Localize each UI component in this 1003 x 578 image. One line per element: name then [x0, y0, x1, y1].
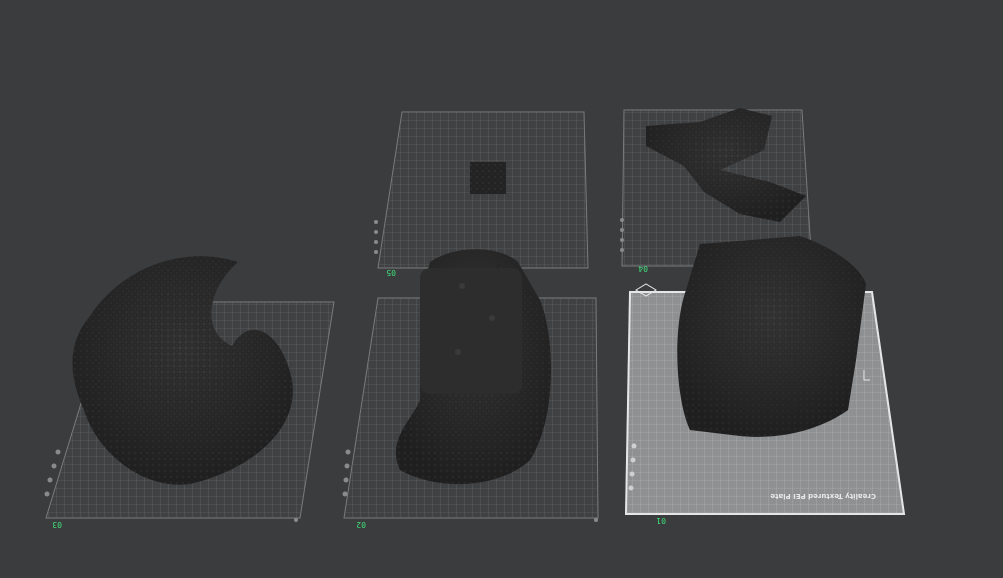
plate-01-label[interactable]: 01 [656, 516, 666, 525]
3d-viewport[interactable]: 05 04 03 02 Creality Textured PEI Plate … [0, 0, 1003, 578]
plate-05-label[interactable]: 05 [386, 268, 396, 277]
model-head-block[interactable] [677, 236, 866, 437]
plate-05-controls[interactable] [374, 220, 378, 254]
plate-02-label[interactable]: 02 [356, 520, 366, 529]
model-small-pieces[interactable] [470, 162, 506, 194]
plate-04-label[interactable]: 04 [638, 264, 648, 273]
plate-01-name: Creality Textured PEI Plate [770, 492, 876, 500]
plate-03-label[interactable]: 03 [52, 520, 62, 529]
